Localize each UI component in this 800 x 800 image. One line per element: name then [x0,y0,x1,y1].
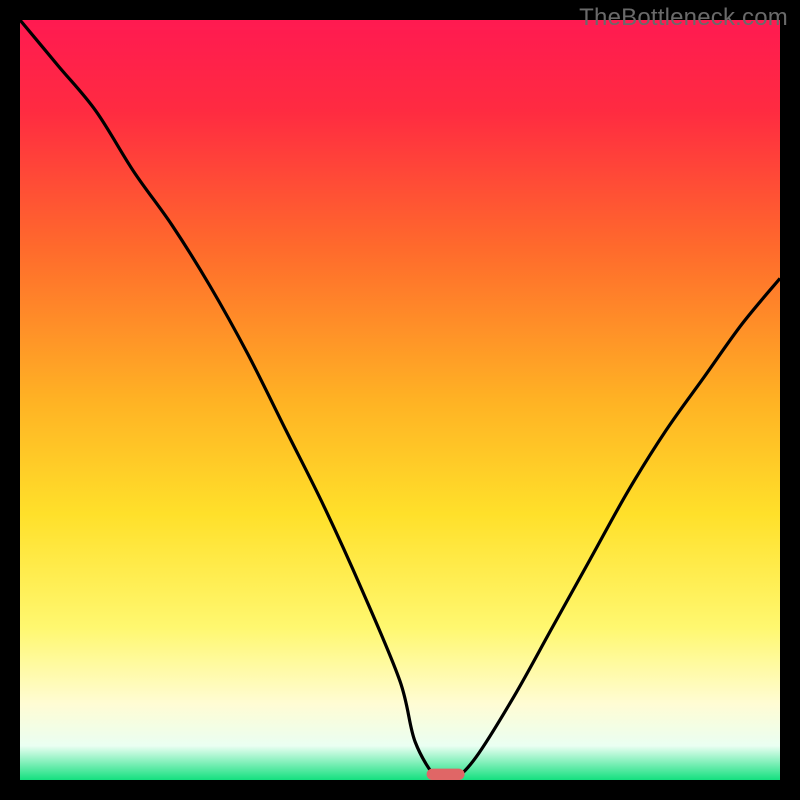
chart-plot-area [20,20,780,780]
bottleneck-chart [20,20,780,780]
chart-container: TheBottleneck.com [0,0,800,800]
optimal-marker [427,769,465,780]
chart-background-gradient [20,20,780,780]
watermark-text: TheBottleneck.com [579,4,788,32]
